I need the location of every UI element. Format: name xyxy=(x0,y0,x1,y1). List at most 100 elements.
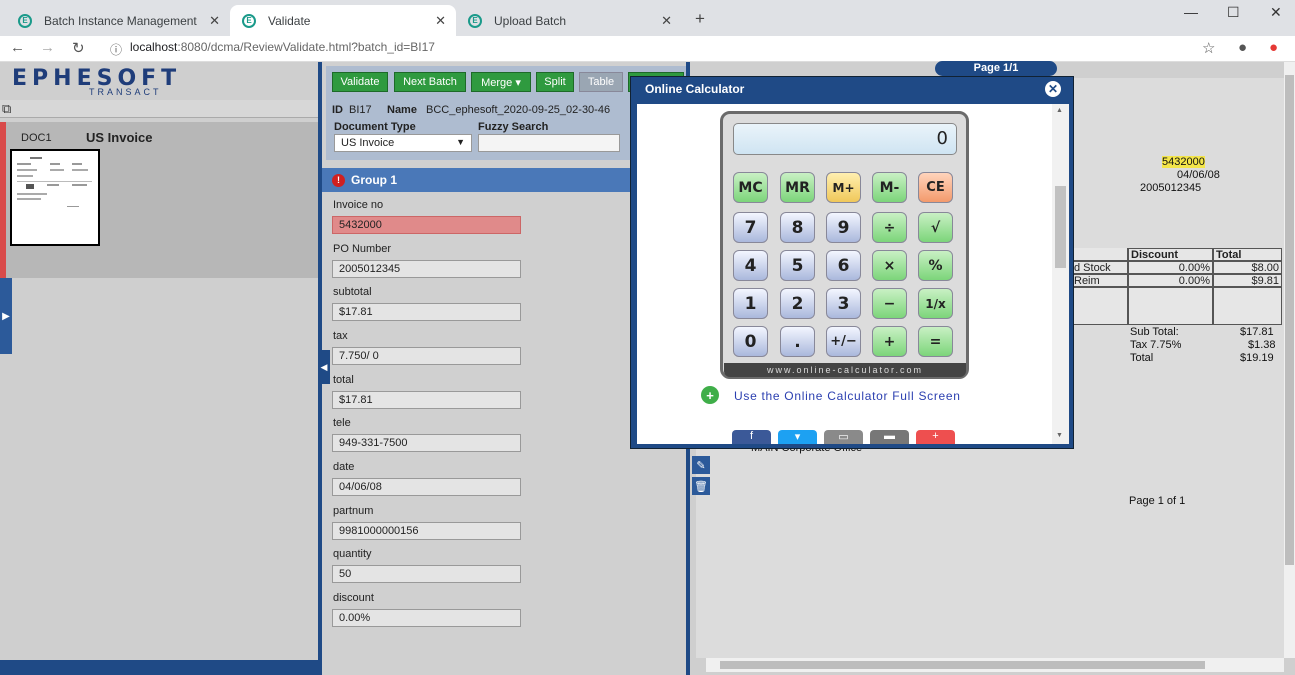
calc-key-multiply[interactable]: × xyxy=(872,250,907,281)
calc-key-9[interactable]: 9 xyxy=(826,212,861,243)
doc-table-cell: $8.00 xyxy=(1213,261,1282,274)
split-button[interactable]: Split xyxy=(536,72,574,92)
tab-validate[interactable]: E Validate ✕ xyxy=(230,5,456,36)
tab-upload-batch[interactable]: E Upload Batch ✕ xyxy=(456,5,682,36)
calc-key-divide[interactable]: ÷ xyxy=(872,212,907,243)
tab-batch-instance-management[interactable]: E Batch Instance Management ✕ xyxy=(6,5,230,36)
doc-tax-value: $1.38 xyxy=(1248,339,1276,351)
collapse-panel-icon[interactable]: ◀ xyxy=(318,350,330,384)
document-item[interactable]: DOC1 US Invoice xyxy=(0,122,318,278)
field-input-po-number[interactable]: 2005012345 xyxy=(332,260,521,278)
tab-label: Validate xyxy=(268,13,311,28)
calc-key-negate[interactable]: +/− xyxy=(826,326,861,357)
logo-sub-text: TRANSACT xyxy=(89,87,162,97)
field-label-invoice-no: Invoice no xyxy=(333,199,384,211)
field-input-date[interactable]: 04/06/08 xyxy=(332,478,521,496)
vertical-scrollbar-thumb[interactable] xyxy=(1285,75,1294,565)
print-share-icon[interactable]: ▭ xyxy=(824,430,863,444)
calc-key-mc[interactable]: MC xyxy=(733,172,768,203)
zoom-plus-icon[interactable]: + xyxy=(701,386,719,404)
merge-button[interactable]: Merge ▾ xyxy=(471,72,531,92)
calc-key-m-plus[interactable]: M+ xyxy=(826,172,861,203)
info-icon[interactable]: ⓘ xyxy=(110,41,122,58)
calc-key-2[interactable]: 2 xyxy=(780,288,815,319)
calc-key-plus[interactable]: + xyxy=(872,326,907,357)
reload-icon[interactable]: ↻ xyxy=(72,39,85,57)
email-share-icon[interactable]: ▬ xyxy=(870,430,909,444)
table-button[interactable]: Table xyxy=(579,72,623,92)
calc-key-reciprocal[interactable]: 1/x xyxy=(918,288,953,319)
calc-key-5[interactable]: 5 xyxy=(780,250,815,281)
copy-pages-icon[interactable]: ⧉ xyxy=(2,101,11,117)
calc-key-decimal[interactable]: . xyxy=(780,326,815,357)
calculator-display: 0 xyxy=(733,123,957,155)
field-input-tele[interactable]: 949-331-7500 xyxy=(332,434,521,452)
validate-button[interactable]: Validate xyxy=(332,72,388,92)
trash-icon[interactable]: 🗑 xyxy=(692,477,710,495)
twitter-share-icon[interactable]: ▾ xyxy=(778,430,817,444)
tab-label: Upload Batch xyxy=(494,13,567,28)
page-thumbnail[interactable] xyxy=(10,149,100,246)
doc-table-cell xyxy=(1213,287,1282,325)
field-input-discount[interactable]: 0.00% xyxy=(332,609,521,627)
calc-key-0[interactable]: 0 xyxy=(733,326,768,357)
doc-table-cell: $9.81 xyxy=(1213,274,1282,287)
dialog-scrollbar[interactable] xyxy=(1052,104,1069,444)
account-icon[interactable]: ● xyxy=(1238,39,1247,56)
extension-icon[interactable]: ● xyxy=(1269,39,1278,56)
scroll-down-icon[interactable]: ▼ xyxy=(1056,432,1063,439)
calc-key-ce[interactable]: CE xyxy=(918,172,953,203)
horizontal-scrollbar-thumb[interactable] xyxy=(720,661,1205,669)
dialog-scrollbar-thumb[interactable] xyxy=(1055,186,1066,268)
more-share-icon[interactable]: + xyxy=(916,430,955,444)
field-label-total: total xyxy=(333,374,354,386)
new-tab-icon[interactable]: + xyxy=(695,9,705,29)
calc-key-4[interactable]: 4 xyxy=(733,250,768,281)
doc-table-cell xyxy=(1072,287,1128,325)
field-input-invoice-no[interactable]: 5432000 xyxy=(332,216,521,234)
group-header[interactable]: ! Group 1 xyxy=(322,168,632,192)
expand-panel-icon[interactable]: ▶ xyxy=(0,278,12,354)
fuzzy-search-input[interactable] xyxy=(478,134,620,152)
doc-table-cell: d Stock xyxy=(1072,261,1128,274)
next-batch-button[interactable]: Next Batch xyxy=(394,72,466,92)
field-label-subtotal: subtotal xyxy=(333,286,372,298)
close-icon[interactable]: ✕ xyxy=(1045,81,1061,97)
calc-key-7[interactable]: 7 xyxy=(733,212,768,243)
field-input-total[interactable]: $17.81 xyxy=(332,391,521,409)
calc-key-6[interactable]: 6 xyxy=(826,250,861,281)
calc-key-equals[interactable]: = xyxy=(918,326,953,357)
calc-key-8[interactable]: 8 xyxy=(780,212,815,243)
calc-key-m-minus[interactable]: M- xyxy=(872,172,907,203)
pen-tool-icon[interactable]: ✎ xyxy=(692,456,710,474)
minimize-icon[interactable]: — xyxy=(1184,4,1198,20)
field-input-partnum[interactable]: 9981000000156 xyxy=(332,522,521,540)
close-tab-icon[interactable]: ✕ xyxy=(661,13,672,29)
close-tab-icon[interactable]: ✕ xyxy=(209,13,220,29)
scroll-up-icon[interactable]: ▲ xyxy=(1056,107,1063,114)
field-input-tax[interactable]: 7.750/ 0 xyxy=(332,347,521,365)
calc-key-1[interactable]: 1 xyxy=(733,288,768,319)
doc-total-value: $19.19 xyxy=(1240,352,1274,364)
field-input-subtotal[interactable]: $17.81 xyxy=(332,303,521,321)
close-tab-icon[interactable]: ✕ xyxy=(435,13,446,29)
full-screen-link[interactable]: Use the Online Calculator Full Screen xyxy=(734,389,961,403)
batch-id-value: BI17 xyxy=(349,104,372,116)
document-type-select[interactable]: US Invoice ▼ xyxy=(334,134,472,152)
doc-total-label: Total xyxy=(1130,352,1154,364)
calc-key-sqrt[interactable]: √ xyxy=(918,212,953,243)
calc-key-minus[interactable]: − xyxy=(872,288,907,319)
window-close-icon[interactable]: ✕ xyxy=(1270,4,1282,21)
calc-key-3[interactable]: 3 xyxy=(826,288,861,319)
url-field[interactable]: localhost:8080/dcma/ReviewValidate.html?… xyxy=(130,40,435,54)
calc-key-mr[interactable]: MR xyxy=(780,172,815,203)
back-icon[interactable]: ← xyxy=(10,39,25,56)
maximize-icon[interactable]: ☐ xyxy=(1227,4,1240,21)
forward-icon[interactable]: → xyxy=(40,39,55,56)
calc-key-percent[interactable]: % xyxy=(918,250,953,281)
facebook-share-icon[interactable]: f xyxy=(732,430,771,444)
field-input-quantity[interactable]: 50 xyxy=(332,565,521,583)
bookmark-star-icon[interactable]: ☆ xyxy=(1202,39,1215,57)
batch-name-value: BCC_ephesoft_2020-09-25_02-30-46 xyxy=(426,104,611,116)
doc-invoice-no-highlight: 5432000 xyxy=(1162,156,1205,168)
